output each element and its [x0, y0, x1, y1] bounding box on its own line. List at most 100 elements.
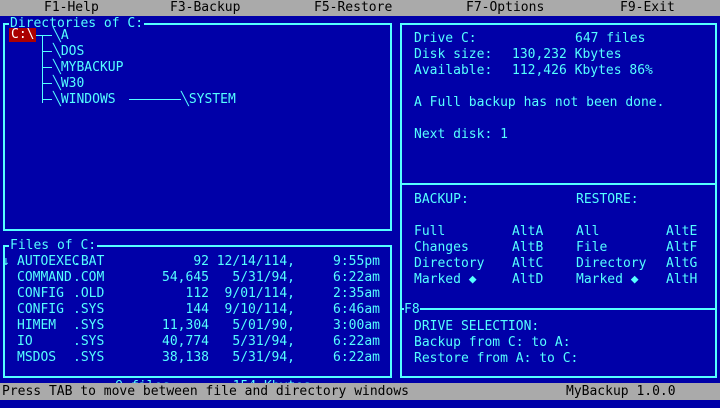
restore-option-key: AltH: [666, 272, 698, 287]
disk-size-value: 130,232 Kbytes: [512, 47, 622, 62]
menu-restore[interactable]: F5-Restore: [314, 0, 392, 16]
restore-option-label[interactable]: Marked ◆: [576, 272, 639, 287]
backup-option-key: AltB: [512, 240, 544, 255]
backup-option-key: AltD: [512, 272, 544, 287]
status-bar: Press TAB to move between file and direc…: [0, 383, 720, 400]
file-row[interactable]: AUTOEXEC .BAT 92 12/14/114, 9:55pm: [5, 254, 390, 270]
f8-label: F8: [404, 302, 420, 317]
dir-label: DOS: [60, 44, 85, 59]
dir-label: MYBACKUP: [60, 60, 124, 75]
file-date: 5/31/94,: [232, 270, 295, 285]
menu-backup[interactable]: F3-Backup: [170, 0, 240, 16]
backup-message: A Full backup has not been done.: [414, 95, 665, 110]
backup-option-key: AltC: [512, 256, 544, 271]
file-name: MSDOS: [17, 350, 57, 365]
menu-bar: F1-Help F3-Backup F5-Restore F7-Options …: [0, 0, 720, 16]
available-value: 112,426 Kbytes 86%: [512, 63, 653, 78]
dir-item-mybackup[interactable]: ╲MYBACKUP: [53, 60, 123, 76]
backup-option-label[interactable]: Full: [414, 224, 445, 239]
file-row[interactable]: CONFIG .SYS 144 9/10/114, 6:46am: [5, 302, 390, 318]
file-time: 6:22am: [333, 334, 380, 349]
file-ext: .OLD: [73, 286, 105, 301]
file-date: 12/14/114,: [216, 254, 295, 269]
dir-root[interactable]: C:\: [9, 28, 37, 42]
file-size: 11,304: [162, 318, 209, 333]
file-size: 40,774: [162, 334, 209, 349]
file-date: 9/10/114,: [224, 302, 295, 317]
tree-branch: [129, 99, 181, 100]
dir-label: A: [60, 28, 69, 43]
backup-option-key: AltA: [512, 224, 544, 239]
dir-item-windows[interactable]: ╲WINDOWS: [53, 92, 116, 108]
backup-option-label[interactable]: Changes: [414, 240, 469, 255]
file-row[interactable]: CONFIG .OLD 112 9/01/114, 2:35am: [5, 286, 390, 302]
restore-option-label[interactable]: All: [576, 224, 599, 239]
file-ext: .SYS: [73, 302, 105, 317]
files-panel[interactable]: Files of C: ↓ AUTOEXEC .BAT 92 12/14/114, 9:…: [2, 238, 392, 394]
drive-files: 647 files: [575, 31, 646, 46]
menu-exit[interactable]: F9-Exit: [620, 0, 675, 16]
file-time: 6:22am: [333, 270, 380, 285]
dir-item-system[interactable]: ╲SYSTEM: [181, 92, 236, 108]
file-time: 3:00am: [333, 318, 380, 333]
file-size: 112: [185, 286, 209, 301]
directories-panel[interactable]: Directories of C: C:\ ╲A ╲DOS ╲MYBACKUP …: [3, 16, 392, 231]
next-disk: Next disk: 1: [414, 127, 508, 142]
dir-label: SYSTEM: [188, 92, 236, 107]
status-hint: Press TAB to move between file and direc…: [2, 384, 409, 399]
file-row[interactable]: COMMAND .COM 54,645 5/31/94, 6:22am: [5, 270, 390, 286]
file-name: CONFIG: [17, 286, 64, 301]
menu-help[interactable]: F1-Help: [44, 0, 99, 16]
tree-branch: [42, 51, 52, 52]
file-name: CONFIG: [17, 302, 64, 317]
file-size: 144: [185, 302, 209, 317]
info-panel: Drive C: 647 files Disk size: 130,232 Kb…: [400, 23, 717, 378]
backup-header: BACKUP:: [414, 192, 469, 207]
file-ext: .BAT: [73, 254, 105, 269]
restore-header: RESTORE:: [576, 192, 639, 207]
restore-option-key: AltE: [666, 224, 698, 239]
disk-size-label: Disk size:: [414, 47, 493, 62]
file-time: 6:22am: [333, 350, 380, 365]
tree-branch: [42, 83, 52, 84]
dir-label: WINDOWS: [60, 92, 116, 107]
dir-item-a[interactable]: ╲A: [53, 28, 69, 44]
file-ext: .SYS: [73, 334, 105, 349]
files-title: Files of C:: [9, 238, 98, 254]
file-name: COMMAND: [17, 270, 72, 285]
backup-option-label[interactable]: Marked ◆: [414, 272, 477, 287]
restore-from-option[interactable]: Restore from A: to C:: [414, 351, 578, 366]
drive-label: Drive C:: [414, 31, 477, 46]
dir-item-w30[interactable]: ╲W30: [53, 76, 84, 92]
file-date: 5/31/94,: [232, 334, 295, 349]
file-ext: .SYS: [73, 350, 105, 365]
tree-trunk: [42, 35, 43, 103]
divider: [402, 183, 715, 185]
file-row[interactable]: IO .SYS 40,774 5/31/94, 6:22am: [5, 334, 390, 350]
backup-option-label[interactable]: Directory: [414, 256, 484, 271]
dir-label: W30: [60, 76, 85, 91]
file-row[interactable]: MSDOS .SYS 38,138 5/31/94, 6:22am: [5, 350, 390, 366]
file-date: 9/01/114,: [224, 286, 295, 301]
menu-options[interactable]: F7-Options: [466, 0, 544, 16]
file-time: 9:55pm: [333, 254, 380, 269]
backup-from-option[interactable]: Backup from C: to A:: [414, 335, 571, 350]
restore-option-label[interactable]: File: [576, 240, 607, 255]
tree-branch: [42, 67, 52, 68]
available-label: Available:: [414, 63, 493, 78]
file-name: IO: [17, 334, 33, 349]
file-date: 5/01/90,: [232, 318, 295, 333]
app-version: MyBackup 1.0.0: [566, 384, 676, 399]
file-size: 54,645: [162, 270, 209, 285]
file-row[interactable]: HIMEM .SYS 11,304 5/01/90, 3:00am: [5, 318, 390, 334]
file-ext: .SYS: [73, 318, 105, 333]
file-time: 2:35am: [333, 286, 380, 301]
file-name: AUTOEXEC: [17, 254, 80, 269]
file-time: 6:46am: [333, 302, 380, 317]
dir-item-dos[interactable]: ╲DOS: [53, 44, 84, 60]
file-size: 92: [193, 254, 209, 269]
file-date: 5/31/94,: [232, 350, 295, 365]
drive-selection-header: DRIVE SELECTION:: [414, 319, 540, 334]
restore-option-key: AltG: [666, 256, 698, 271]
restore-option-label[interactable]: Directory: [576, 256, 646, 271]
